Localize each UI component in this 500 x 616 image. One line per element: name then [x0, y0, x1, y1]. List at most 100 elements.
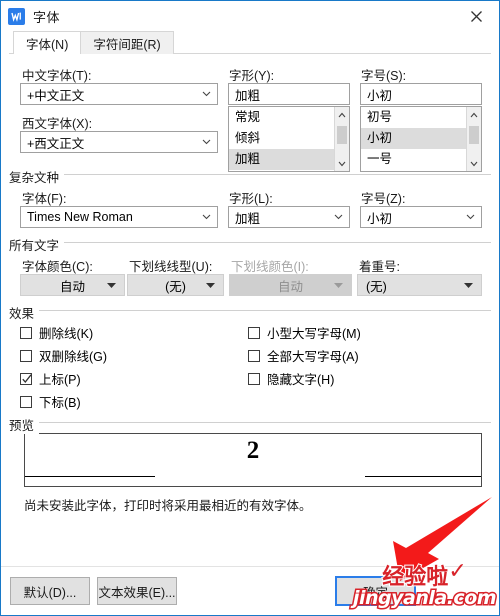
tab-character-spacing-label: 字符间距(R) [93, 37, 161, 52]
all-text-group: 所有文字 [9, 235, 491, 254]
chinese-font-value: +中文正文 [27, 88, 85, 103]
checkbox-label: 隐藏文字(H) [267, 373, 335, 387]
list-item[interactable]: 倾斜 [229, 128, 349, 149]
font-style-label: 字形(Y): [229, 69, 275, 83]
tab-font-label: 字体(N) [26, 37, 69, 52]
group-divider [9, 422, 491, 423]
effects-group: 效果 [9, 303, 491, 322]
tab-character-spacing[interactable]: 字符间距(R) [80, 31, 174, 54]
checkbox-superscript[interactable]: 上标(P) [20, 369, 81, 388]
complex-font-combobox[interactable]: Times New Roman [20, 206, 218, 228]
list-item[interactable]: 小初 [361, 128, 481, 149]
checkbox-strikethrough[interactable]: 删除线(K) [20, 323, 93, 342]
complex-style-value: 加粗 [235, 211, 261, 226]
group-divider [9, 242, 491, 243]
complex-script-group: 复杂文种 [9, 167, 491, 186]
font-style-scrollbar[interactable] [334, 107, 349, 171]
wps-writer-icon [8, 7, 25, 25]
checkbox-label: 全部大写字母(A) [267, 350, 359, 364]
default-button-label: 默认(D)... [23, 585, 77, 600]
scroll-thumb[interactable] [469, 126, 479, 144]
triangle-down-icon [206, 283, 215, 288]
font-size-value: 小初 [367, 88, 393, 103]
underline-color-dropdown: 自动 [229, 274, 352, 296]
checkbox-box [248, 326, 260, 339]
font-size-listbox[interactable]: 初号 小初 一号 [360, 106, 482, 172]
font-dialog: 字体 字体(N) 字符间距(R) 中文字体(T): +中文正文 字形(Y): 加… [0, 0, 500, 616]
chevron-down-icon [202, 212, 211, 221]
emphasis-mark-label: 着重号: [359, 260, 400, 274]
font-preview-box: 2 [24, 433, 482, 487]
complex-size-value: 小初 [367, 211, 393, 226]
font-color-value: 自动 [59, 279, 85, 294]
preview-baseline-right [365, 476, 481, 477]
triangle-down-icon [464, 283, 473, 288]
dialog-body: 中文字体(T): +中文正文 字形(Y): 加粗 常规 倾斜 加粗 字号(S):… [1, 54, 499, 615]
scroll-up-icon[interactable] [467, 107, 481, 122]
all-text-title: 所有文字 [9, 235, 65, 254]
chinese-font-combobox[interactable]: +中文正文 [20, 83, 218, 105]
preview-sample-text: 2 [246, 437, 260, 464]
default-button[interactable]: 默认(D)... [10, 577, 90, 605]
western-font-label: 西文字体(X): [22, 117, 93, 131]
checkbox-small-caps[interactable]: 小型大写字母(M) [248, 323, 361, 342]
group-divider [9, 310, 491, 311]
group-divider [9, 174, 491, 175]
preview-group: 预览 [9, 415, 491, 434]
checkbox-all-caps[interactable]: 全部大写字母(A) [248, 346, 359, 365]
chevron-down-icon [466, 212, 475, 221]
scroll-thumb[interactable] [337, 126, 347, 144]
dialog-footer: 默认(D)... 文本效果(E)... 确定 [1, 566, 499, 615]
complex-font-value: Times New Roman [27, 210, 133, 224]
font-style-value-field[interactable]: 加粗 [228, 83, 350, 105]
triangle-down-icon [107, 283, 116, 288]
font-size-label: 字号(S): [361, 69, 407, 83]
font-color-label: 字体颜色(C): [22, 260, 93, 274]
underline-style-label: 下划线线型(U): [129, 260, 213, 274]
underline-style-dropdown[interactable]: (无) [127, 274, 224, 296]
underline-color-value: 自动 [277, 279, 303, 294]
emphasis-mark-dropdown[interactable]: (无) [357, 274, 482, 296]
list-item[interactable]: 初号 [361, 107, 481, 128]
checkbox-box [248, 349, 260, 362]
text-effects-button[interactable]: 文本效果(E)... [97, 577, 177, 605]
font-style-value: 加粗 [235, 88, 261, 103]
underline-style-value: (无) [165, 279, 186, 294]
font-size-value-field[interactable]: 小初 [360, 83, 482, 105]
preview-note: 尚未安装此字体，打印时将采用最相近的有效字体。 [24, 499, 312, 513]
close-icon[interactable] [454, 1, 499, 31]
title-bar: 字体 [1, 1, 499, 31]
preview-title: 预览 [9, 415, 40, 434]
complex-font-label: 字体(F): [22, 192, 67, 206]
font-size-scrollbar[interactable] [466, 107, 481, 171]
checkbox-subscript[interactable]: 下标(B) [20, 392, 81, 411]
scroll-up-icon[interactable] [335, 107, 349, 122]
complex-style-combobox[interactable]: 加粗 [228, 206, 350, 228]
checkbox-label: 上标(P) [39, 373, 81, 387]
ok-button-label: 确定 [362, 585, 388, 600]
text-effects-button-label: 文本效果(E)... [98, 585, 176, 600]
checkbox-label: 下标(B) [39, 396, 81, 410]
font-style-listbox[interactable]: 常规 倾斜 加粗 [228, 106, 350, 172]
list-item[interactable]: 常规 [229, 107, 349, 128]
checkbox-label: 双删除线(G) [39, 350, 108, 364]
effects-title: 效果 [9, 303, 40, 322]
underline-color-label: 下划线颜色(I): [231, 260, 309, 274]
complex-size-label: 字号(Z): [361, 192, 406, 206]
font-color-dropdown[interactable]: 自动 [20, 274, 125, 296]
checkbox-double-strikethrough[interactable]: 双删除线(G) [20, 346, 107, 365]
western-font-combobox[interactable]: +西文正文 [20, 131, 218, 153]
complex-script-title: 复杂文种 [9, 167, 65, 186]
tab-bar: 字体(N) 字符间距(R) [1, 31, 499, 55]
checkbox-box [20, 395, 32, 408]
tab-font[interactable]: 字体(N) [13, 31, 82, 55]
checkbox-hidden-text[interactable]: 隐藏文字(H) [248, 369, 334, 388]
ok-button[interactable]: 确定 [335, 576, 416, 606]
checkbox-box [20, 326, 32, 339]
complex-size-combobox[interactable]: 小初 [360, 206, 482, 228]
checkbox-box [20, 349, 32, 362]
western-font-value: +西文正文 [27, 136, 85, 151]
complex-style-label: 字形(L): [229, 192, 273, 206]
chevron-down-icon [202, 89, 211, 98]
checkbox-box [20, 372, 32, 385]
